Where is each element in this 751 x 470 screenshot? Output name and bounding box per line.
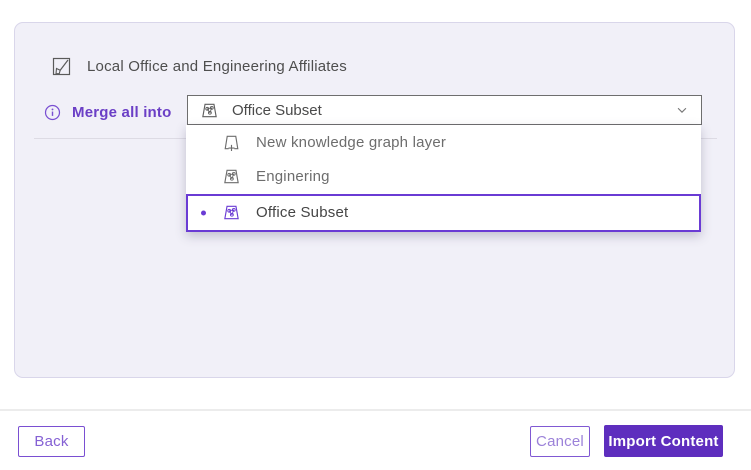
knowledge-graph-layer-icon: [222, 203, 241, 222]
dropdown-option-enginering[interactable]: Enginering: [186, 159, 701, 193]
dropdown-option-label: New knowledge graph layer: [256, 134, 446, 151]
footer-divider: [0, 409, 751, 411]
info-icon[interactable]: [44, 104, 61, 121]
sketch-layer-icon: [51, 56, 72, 77]
cancel-button[interactable]: Cancel: [530, 426, 590, 457]
back-button[interactable]: Back: [18, 426, 85, 457]
knowledge-graph-layer-icon: [200, 101, 219, 120]
merge-all-into-label: Merge all into: [72, 104, 171, 121]
dropdown-option-office-subset[interactable]: Office Subset: [186, 194, 701, 232]
chevron-down-icon[interactable]: [675, 103, 689, 117]
new-knowledge-graph-layer-icon: [222, 133, 241, 152]
select-value: Office Subset: [232, 102, 322, 119]
merge-target-select[interactable]: Office Subset: [187, 95, 702, 125]
merge-target-dropdown: New knowledge graph layer Enginering Off: [186, 125, 701, 232]
dropdown-option-label: Office Subset: [256, 204, 348, 221]
knowledge-graph-layer-icon: [222, 167, 241, 186]
merge-row: Merge all into: [44, 99, 171, 125]
source-layer-row: Local Office and Engineering Affiliates: [51, 54, 347, 78]
dropdown-option-label: Enginering: [256, 168, 330, 185]
dropdown-option-new-layer[interactable]: New knowledge graph layer: [186, 125, 701, 159]
source-layer-label: Local Office and Engineering Affiliates: [87, 58, 347, 75]
import-content-button[interactable]: Import Content: [604, 425, 723, 457]
